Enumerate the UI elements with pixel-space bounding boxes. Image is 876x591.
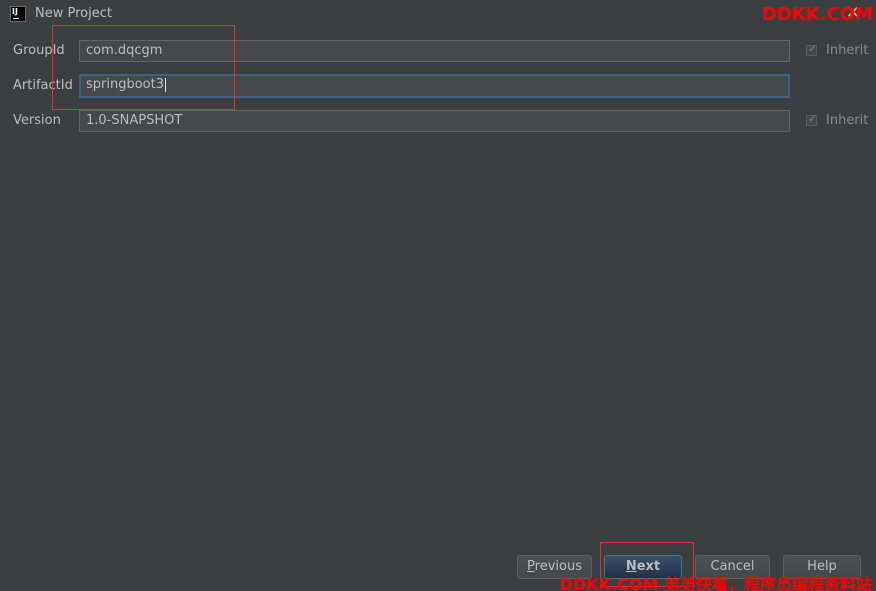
version-input[interactable]: 1.0-SNAPSHOT <box>79 110 790 132</box>
watermark-top: DDKK.COM <box>761 4 873 25</box>
checkbox-icon: ✓ <box>806 42 818 56</box>
inherit-label: Inherit <box>826 43 869 58</box>
checkbox-icon: ✓ <box>806 112 818 126</box>
watermark-bottom: DDKK.COM 弟弟快看，程序员编程资料站 <box>559 575 872 591</box>
intellij-app-icon: IJ <box>10 6 26 22</box>
window-title: New Project <box>35 6 112 21</box>
annotation-highlight-fields <box>52 25 235 110</box>
new-project-dialog: IJ New Project ✕ GroupId com.dqcgm ✓ Inh… <box>0 0 876 591</box>
version-label: Version <box>13 113 61 128</box>
inherit-label: Inherit <box>826 113 869 128</box>
